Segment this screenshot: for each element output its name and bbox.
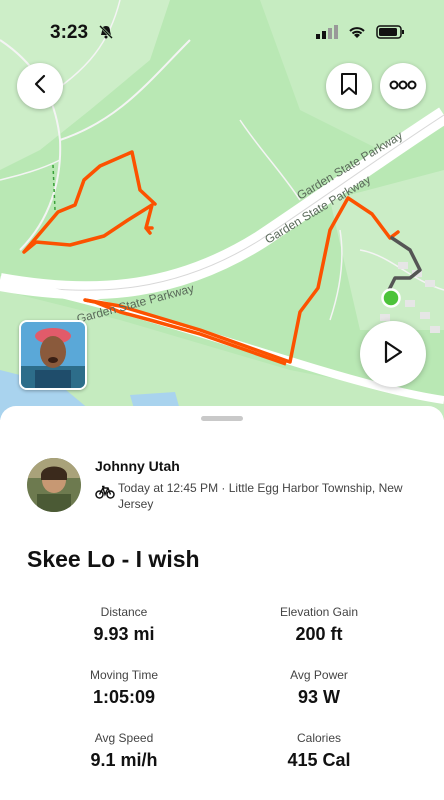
battery-icon [376,25,406,44]
signal-icon [316,25,338,44]
stat-calories: Calories 415 Cal [229,731,409,771]
bookmark-button[interactable] [326,63,372,109]
activity-date-location: Today at 12:45 PM · Little Egg Harbor To… [118,481,403,511]
stat-label: Moving Time [89,668,159,682]
wifi-icon [348,25,366,44]
stat-value: 415 Cal [287,750,351,770]
athlete-name[interactable]: Johnny Utah [95,458,180,474]
stat-avg-power: Avg Power 93 W [229,668,409,708]
stat-value: 200 ft [295,624,343,644]
more-dots-icon [389,77,417,95]
stat-value: 9.93 mi [93,624,155,644]
chevron-left-icon [33,74,47,99]
sheet-drag-handle[interactable] [201,416,243,421]
avatar[interactable] [27,458,81,512]
silent-bell-icon [98,24,114,45]
stat-label: Avg Speed [94,731,154,745]
stat-moving-time: Moving Time 1:05:09 [34,668,214,708]
stat-value: 1:05:09 [92,687,156,707]
stat-value: 93 W [297,687,340,707]
stat-value: 9.1 mi/h [90,750,158,770]
stat-label: Elevation Gain [279,605,359,619]
play-flyover-button[interactable] [360,321,426,387]
stat-label: Avg Power [290,668,348,682]
stat-label: Distance [100,605,148,619]
stat-label: Calories [296,731,341,745]
activity-title: Skee Lo - I wish [27,546,200,572]
more-button[interactable] [380,63,426,109]
back-button[interactable] [17,63,63,109]
activity-photo-thumbnail[interactable] [19,320,87,390]
status-bar: 3:23 [0,18,444,48]
bike-icon [95,485,115,504]
status-time: 3:23 [50,22,89,43]
stat-elevation-gain: Elevation Gain 200 ft [229,605,409,645]
end-marker [381,288,401,308]
bookmark-icon [340,72,358,100]
stat-avg-speed: Avg Speed 9.1 mi/h [34,731,214,771]
stat-distance: Distance 9.93 mi [34,605,214,645]
play-icon [383,340,403,369]
activity-sheet: Johnny Utah Today at 12:45 PM · Little E… [0,406,444,800]
